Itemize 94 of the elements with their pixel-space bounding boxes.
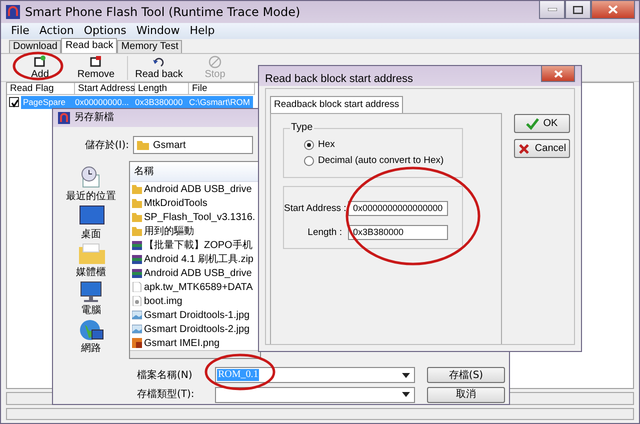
field-label: 存檔類型(T):	[136, 388, 196, 402]
radio-button[interactable]	[304, 156, 314, 166]
undo-arrow-icon	[152, 55, 166, 69]
field-label: 檔案名稱(N)	[136, 368, 194, 383]
file-item[interactable]: Android ADB USB_drive	[130, 266, 260, 280]
globe-icon	[77, 317, 105, 341]
tab[interactable]: Download	[9, 40, 62, 53]
place-item[interactable]: 網路	[77, 317, 105, 352]
place-item[interactable]: 桌面	[77, 203, 105, 238]
file-item[interactable]: apk.tw_MTK6589+DATA	[130, 280, 260, 294]
close-button[interactable]	[541, 66, 575, 82]
dialog-button[interactable]: OK	[514, 114, 570, 133]
image-file-icon	[132, 310, 142, 320]
highlight-circle	[12, 52, 64, 80]
archive-icon	[132, 240, 142, 250]
table-cell: PageSpare	[21, 96, 73, 108]
menu-item[interactable]: Window	[136, 22, 180, 40]
minimize-button[interactable]	[539, 1, 565, 19]
menu-item[interactable]: Options	[84, 22, 126, 40]
close-icon	[554, 70, 562, 78]
field-label: 儲存於(I):	[84, 138, 130, 153]
image-file-icon	[132, 324, 142, 334]
dialog-button[interactable]: 存檔(S)	[427, 367, 505, 384]
file-item[interactable]: Gsmart Droidtools-2.jpg	[130, 322, 260, 336]
app-icon	[6, 5, 20, 19]
checkbox[interactable]	[9, 97, 19, 107]
menu-item[interactable]: Help	[190, 22, 215, 40]
tab[interactable]: Read back	[61, 38, 118, 53]
file-item[interactable]: Gsmart IMEI.png	[130, 336, 260, 350]
menu-item[interactable]: File	[11, 22, 30, 40]
table-cell: 0x3B380000	[133, 96, 187, 108]
dropdown-arrow-icon	[402, 372, 411, 378]
horizontal-scrollbar[interactable]	[130, 350, 260, 358]
close-button[interactable]	[591, 1, 635, 19]
text-field[interactable]: 0x0000000000000000	[348, 201, 448, 216]
archive-icon	[132, 254, 142, 264]
radio-option[interactable]: Hex	[304, 137, 462, 154]
toolbar-button[interactable]: Read back	[134, 55, 184, 80]
toolbar-button[interactable]: Add	[15, 55, 65, 80]
radio-option[interactable]: Decimal (auto convert to Hex)	[304, 153, 462, 170]
dialog-title: 另存新檔	[74, 110, 114, 126]
list-header[interactable]: 名稱	[130, 162, 260, 182]
file-item[interactable]: MtkDroidTools	[130, 196, 260, 210]
file-item[interactable]: Gsmart Droidtools-1.jpg	[130, 308, 260, 322]
toolbar-button[interactable]: Remove	[71, 55, 121, 80]
column-header[interactable]: Length	[135, 83, 189, 95]
tab[interactable]: Readback block start address	[270, 96, 404, 114]
column-header[interactable]: Read Flag	[7, 83, 75, 95]
archive-icon	[132, 268, 142, 278]
cross-icon	[518, 142, 531, 154]
dropdown-arrow-icon	[402, 392, 411, 398]
paint-icon	[132, 338, 142, 348]
app-icon	[58, 112, 70, 124]
stop-icon	[208, 55, 222, 69]
dialog-button[interactable]: Cancel	[514, 139, 570, 158]
filetype-dropdown[interactable]	[215, 386, 415, 403]
tab[interactable]: Memory Test	[117, 40, 182, 53]
folder-icon	[77, 241, 105, 265]
window-title: Smart Phone Flash Tool (Runtime Trace Mode)	[25, 4, 302, 21]
radio-button[interactable]	[304, 140, 314, 150]
menu-item[interactable]: Action	[39, 22, 74, 40]
folder-icon	[137, 140, 149, 150]
minimize-icon	[548, 8, 556, 11]
file-icon	[132, 296, 142, 306]
table-cell: 0x00000000...	[73, 96, 133, 108]
column-header[interactable]: File	[189, 83, 255, 95]
file-item[interactable]: Android ADB USB_drive	[130, 182, 260, 196]
maximize-button[interactable]	[565, 1, 591, 19]
place-item[interactable]: 最近的位置	[66, 165, 116, 200]
place-item[interactable]: 電腦	[77, 279, 105, 314]
file-item[interactable]: Android 4.1 刷机工具.zip	[130, 252, 260, 266]
highlight-circle	[204, 354, 276, 390]
table-cell: C:\Gsmart\ROM	[187, 96, 253, 108]
add-icon	[33, 55, 47, 69]
dialog-title: Read back block start address	[265, 72, 414, 87]
file-item[interactable]: boot.img	[130, 294, 260, 308]
document-icon	[132, 282, 142, 292]
group-label: Type	[290, 122, 314, 134]
maximize-icon	[573, 6, 583, 14]
dialog-button[interactable]: 取消	[427, 386, 505, 403]
close-icon	[608, 5, 618, 14]
file-list[interactable]	[129, 161, 261, 359]
remove-icon	[89, 55, 103, 69]
screen-icon	[77, 203, 105, 227]
column-header[interactable]: Start Address	[75, 83, 135, 95]
field-label: Start Address :	[284, 202, 348, 216]
check-icon	[526, 118, 540, 130]
file-item[interactable]: 用到的驅動	[130, 224, 260, 238]
field-label: Length :	[306, 226, 343, 240]
file-item[interactable]: 【批量下載】ZOPO手机	[130, 238, 260, 252]
folder-dropdown[interactable]: Gsmart	[133, 136, 253, 154]
text-field[interactable]: 0x3B380000	[348, 225, 448, 240]
place-item[interactable]: 媒體櫃	[76, 241, 106, 276]
file-item[interactable]: SP_Flash_Tool_v3.1316.	[130, 210, 260, 224]
